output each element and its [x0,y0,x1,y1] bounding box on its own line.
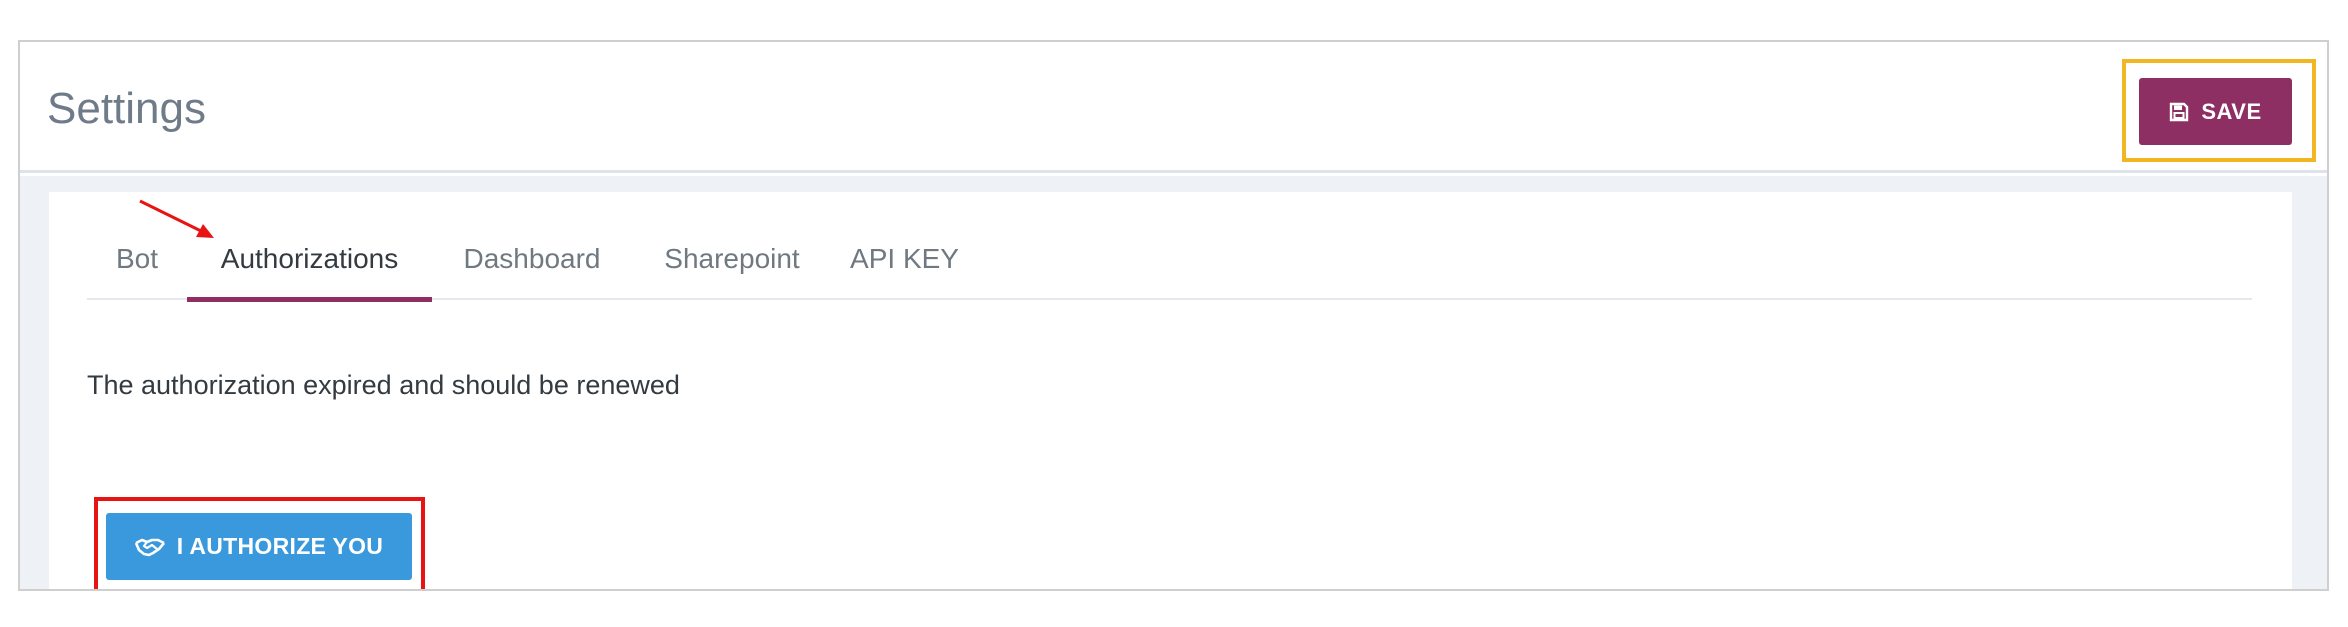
handshake-icon [134,538,165,556]
content-area: Bot Authorizations Dashboard Sharepoint … [20,176,2327,589]
save-button[interactable]: SAVE [2139,78,2292,145]
page-header: Settings SAVE [20,42,2327,173]
tab-dashboard[interactable]: Dashboard [432,232,632,300]
settings-window: Settings SAVE Bot Authorizations Dashboa… [18,40,2329,591]
tab-bot[interactable]: Bot [87,232,187,300]
page-title: Settings [47,84,206,133]
tab-authorizations[interactable]: Authorizations [187,232,432,302]
authorize-button[interactable]: I AUTHORIZE YOU [106,513,412,580]
tab-bar: Bot Authorizations Dashboard Sharepoint … [87,232,2252,302]
floppy-disk-icon [2170,102,2189,121]
authorize-button-label: I AUTHORIZE YOU [176,533,384,559]
settings-panel: Bot Authorizations Dashboard Sharepoint … [49,192,2292,589]
save-button-label: SAVE [2201,98,2262,124]
authorization-status-message: The authorization expired and should be … [87,370,680,400]
tab-api-key[interactable]: API KEY [832,232,977,300]
tab-sharepoint[interactable]: Sharepoint [632,232,832,300]
